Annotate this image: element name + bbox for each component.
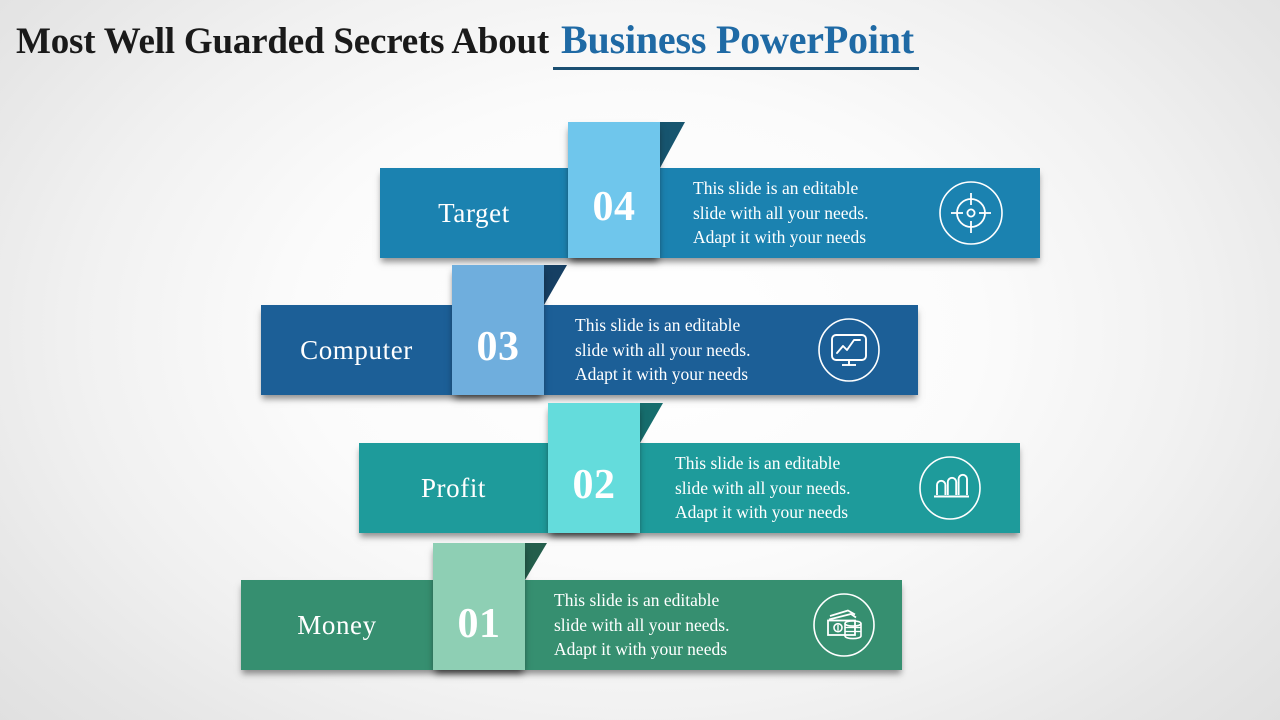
- page-title-accent: Business PowerPoint: [553, 16, 919, 70]
- list-item[interactable]: Computer 03 This slide is an editable sl…: [261, 265, 918, 395]
- row-description-line-1: This slide is an editable: [575, 314, 741, 335]
- row-description: This slide is an editable slide with all…: [554, 580, 729, 670]
- monitor-chart-icon: [811, 305, 887, 395]
- money-cash-icon: [806, 580, 882, 670]
- row-number-tab[interactable]: 01: [433, 543, 525, 670]
- row-description-line-1: This slide is an editable: [554, 589, 720, 610]
- row-description-line-2: slide with all your needs.: [554, 614, 730, 635]
- row-number: 04: [592, 184, 636, 230]
- page-title-main: Most Well Guarded Secrets About: [16, 21, 550, 62]
- row-label: Money: [297, 609, 377, 640]
- row-description-line-2: slide with all your needs.: [575, 339, 751, 360]
- fold-triangle: [544, 265, 567, 305]
- row-number: 03: [476, 324, 520, 370]
- row-description: This slide is an editable slide with all…: [693, 168, 868, 258]
- row-description: This slide is an editable slide with all…: [675, 443, 850, 533]
- row-number-tab[interactable]: 04: [568, 122, 660, 258]
- row-description-line-3: Adapt it with your needs: [554, 639, 728, 660]
- list-item[interactable]: Target 04 This slide is an editable slid…: [380, 122, 1040, 258]
- row-number-tab[interactable]: 03: [452, 265, 544, 395]
- row-description-line-1: This slide is an editable: [675, 452, 841, 473]
- list-item[interactable]: Money 01 This slide is an editable slide…: [241, 543, 902, 670]
- row-description: This slide is an editable slide with all…: [575, 305, 750, 395]
- row-description-line-3: Adapt it with your needs: [575, 364, 749, 385]
- row-description-line-3: Adapt it with your needs: [675, 502, 849, 523]
- fold-triangle: [660, 122, 685, 168]
- row-description-line-2: slide with all your needs.: [693, 202, 869, 223]
- target-icon: [933, 168, 1009, 258]
- row-description-line-2: slide with all your needs.: [675, 477, 851, 498]
- row-number: 02: [572, 462, 616, 508]
- row-label: Computer: [300, 334, 413, 365]
- row-number: 01: [457, 600, 501, 647]
- bar-chart-icon: [912, 443, 988, 533]
- row-description-line-3: Adapt it with your needs: [693, 227, 867, 248]
- list-item[interactable]: Profit 02 This slide is an editable slid…: [359, 403, 1020, 533]
- row-description-line-1: This slide is an editable: [693, 177, 859, 198]
- page-title: Most Well Guarded Secrets About Business…: [16, 16, 919, 70]
- row-number-tab[interactable]: 02: [548, 403, 640, 533]
- fold-triangle: [640, 403, 663, 443]
- fold-triangle: [525, 543, 547, 580]
- row-label: Target: [438, 197, 510, 228]
- row-label: Profit: [420, 472, 487, 503]
